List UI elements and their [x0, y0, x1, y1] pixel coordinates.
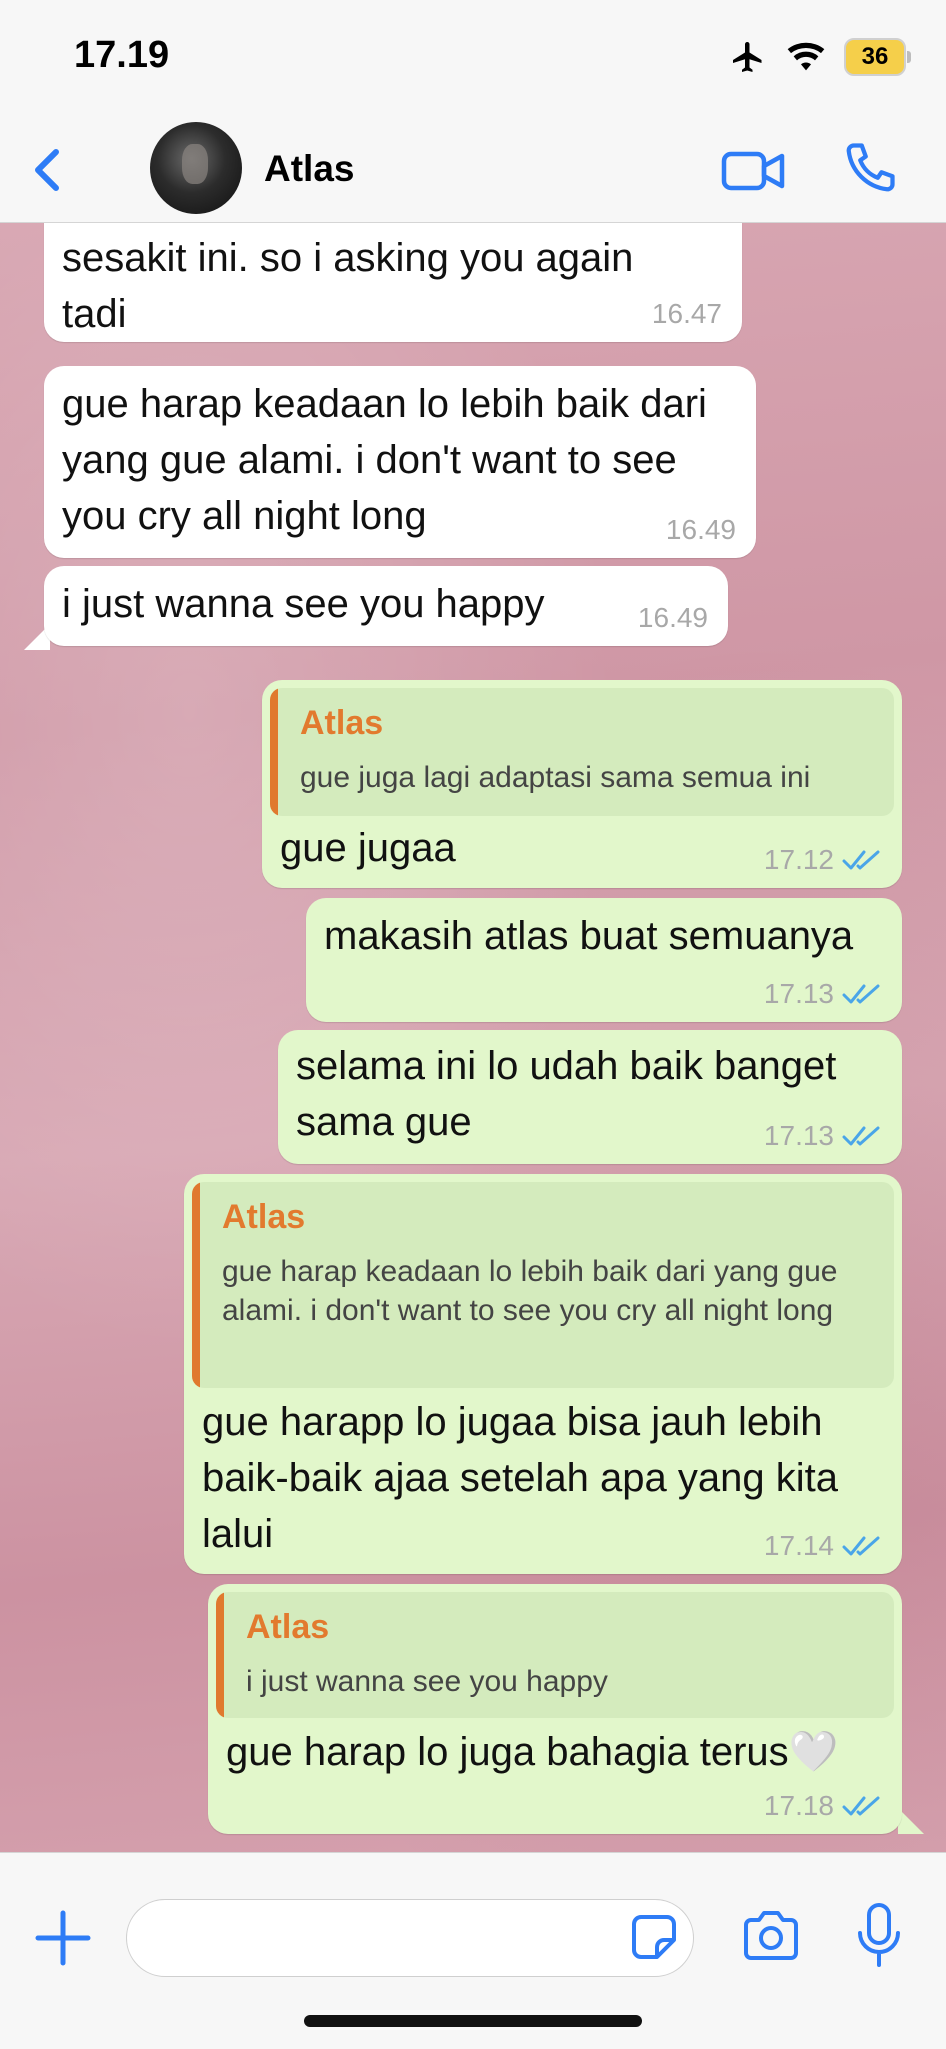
reply-quote[interactable]: Atlas i just wanna see you happy: [216, 1592, 894, 1718]
message-bubble-incoming[interactable]: gue harap keadaan lo lebih baik dari yan…: [44, 366, 756, 558]
message-bubble-incoming[interactable]: sesakit ini. so i asking you again tadi …: [44, 222, 742, 342]
read-receipt-icon: [842, 850, 880, 870]
reply-quote[interactable]: Atlas gue juga lagi adaptasi sama semua …: [270, 688, 894, 816]
message-time: 16.47: [651, 298, 722, 329]
video-call-icon[interactable]: [720, 140, 786, 200]
battery-indicator: 36: [844, 38, 911, 76]
status-bar: 17.19 36: [0, 0, 946, 118]
reply-quote[interactable]: Atlas gue harap keadaan lo lebih baik da…: [192, 1182, 894, 1388]
battery-level: 36: [861, 43, 889, 70]
quote-text: i just wanna see you happy: [246, 1665, 608, 1698]
message-time: 16.49: [637, 602, 708, 633]
read-receipt-icon: [842, 1126, 880, 1146]
home-indicator[interactable]: [304, 2015, 642, 2027]
message-bubble-outgoing[interactable]: Atlas i just wanna see you happy gue har…: [208, 1584, 902, 1834]
quote-sender: Atlas: [222, 1198, 306, 1236]
message-text: sesakit ini. so i asking you again tadi: [62, 236, 634, 336]
contact-avatar[interactable]: [150, 122, 242, 214]
sticker-icon[interactable]: [629, 1912, 679, 1962]
plus-icon[interactable]: [30, 1905, 96, 1971]
read-receipt-icon: [842, 984, 880, 1004]
message-time: 17.13: [764, 1120, 882, 1152]
back-chevron-icon[interactable]: [20, 140, 80, 200]
camera-icon[interactable]: [740, 1905, 802, 1967]
contact-name[interactable]: Atlas: [264, 148, 354, 190]
message-text: gue jugaa: [280, 826, 456, 870]
airplane-mode-icon: [733, 42, 762, 72]
message-input[interactable]: [126, 1899, 694, 1977]
microphone-icon[interactable]: [854, 1901, 904, 1971]
message-text: gue harap keadaan lo lebih baik dari yan…: [62, 382, 707, 538]
message-time: 17.14: [764, 1530, 882, 1562]
message-time: 17.12: [764, 844, 882, 876]
message-bubble-incoming[interactable]: i just wanna see you happy 16.49: [44, 566, 728, 646]
message-text: gue harap lo juga bahagia terus🤍: [226, 1730, 839, 1774]
message-bubble-outgoing[interactable]: makasih atlas buat semuanya 17.13: [306, 898, 902, 1022]
chat-header: Atlas: [0, 118, 946, 223]
message-bubble-outgoing[interactable]: Atlas gue juga lagi adaptasi sama semua …: [262, 680, 902, 888]
message-text: i just wanna see you happy: [62, 582, 545, 626]
message-time: 17.18: [764, 1790, 882, 1822]
read-receipt-icon: [842, 1536, 880, 1556]
message-bubble-outgoing[interactable]: Atlas gue harap keadaan lo lebih baik da…: [184, 1174, 902, 1574]
status-icons: 36: [728, 38, 911, 76]
read-receipt-icon: [842, 1796, 880, 1816]
message-time: 16.49: [665, 514, 736, 545]
message-bubble-outgoing[interactable]: selama ini lo udah baik banget sama gue …: [278, 1030, 902, 1164]
quote-sender: Atlas: [300, 704, 384, 742]
composer-bar: [0, 1852, 946, 2049]
quote-text: gue juga lagi adaptasi sama semua ini: [300, 761, 811, 794]
message-time: 17.13: [764, 978, 882, 1010]
phone-call-icon[interactable]: [840, 138, 900, 198]
chat-messages[interactable]: sesakit ini. so i asking you again tadi …: [0, 222, 946, 1852]
status-time: 17.19: [74, 34, 170, 76]
wifi-icon: [787, 42, 825, 71]
message-text: makasih atlas buat semuanya: [324, 914, 854, 958]
quote-sender: Atlas: [246, 1608, 330, 1646]
quote-text: gue harap keadaan lo lebih baik dari yan…: [222, 1255, 838, 1327]
